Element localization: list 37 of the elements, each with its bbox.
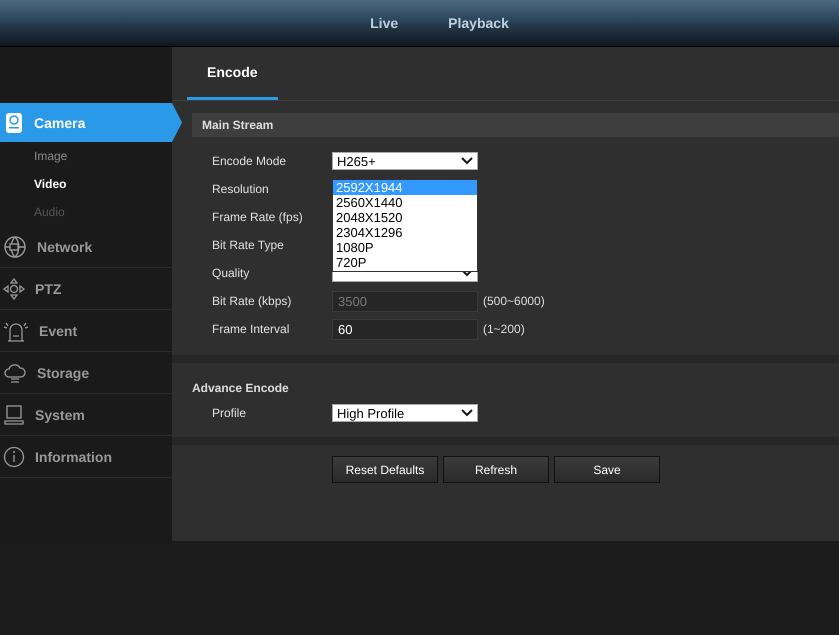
globe-icon <box>3 234 27 258</box>
tab[interactable]: Encode <box>187 47 278 100</box>
sidebar-subitem[interactable]: Video <box>0 170 66 198</box>
select-field[interactable]: High Profile <box>332 404 478 422</box>
dropdown-option[interactable]: 2304X1296 <box>333 225 477 240</box>
nav-tab[interactable]: Playback <box>448 15 509 31</box>
nav-tab[interactable]: Live <box>370 15 398 31</box>
field-label: Bit Rate (kbps) <box>212 294 292 308</box>
field-label: Bit Rate Type <box>212 238 285 252</box>
field-label: Resolution <box>212 182 270 196</box>
field-label: Frame Rate (fps) <box>212 210 304 224</box>
range-hint: (500~6000) <box>483 294 545 308</box>
chevron-down-icon <box>461 409 473 417</box>
camera-icon <box>4 112 24 134</box>
field-label: Profile <box>212 406 248 420</box>
direction-arrows-icon <box>3 278 25 300</box>
dropdown-option[interactable]: 1080P <box>333 240 477 255</box>
range-hint: (1~200) <box>483 322 525 336</box>
dropdown-option[interactable]: 720P <box>333 255 477 270</box>
info-icon <box>3 446 25 468</box>
chevron-down-icon <box>461 269 473 277</box>
input-field[interactable]: 60 <box>332 319 478 340</box>
section-header: Main Stream <box>192 113 839 137</box>
action-button[interactable]: Refresh <box>443 456 549 483</box>
field-label: Quality <box>212 266 250 280</box>
field-label: Frame Interval <box>212 322 290 336</box>
action-button[interactable]: Reset Defaults <box>332 456 438 483</box>
dropdown-option[interactable]: 2560X1440 <box>333 195 477 210</box>
field-label: Encode Mode <box>212 154 288 168</box>
chevron-down-icon <box>461 157 473 165</box>
cloud-icon <box>3 362 27 384</box>
section-title: Advance Encode <box>192 381 290 395</box>
monitor-icon <box>3 404 25 426</box>
sidebar-subitem[interactable]: Image <box>0 142 68 170</box>
dropdown-option[interactable]: 2048X1520 <box>333 210 477 225</box>
select-field[interactable]: H265+ <box>332 152 478 170</box>
action-button[interactable]: Save <box>554 456 660 483</box>
